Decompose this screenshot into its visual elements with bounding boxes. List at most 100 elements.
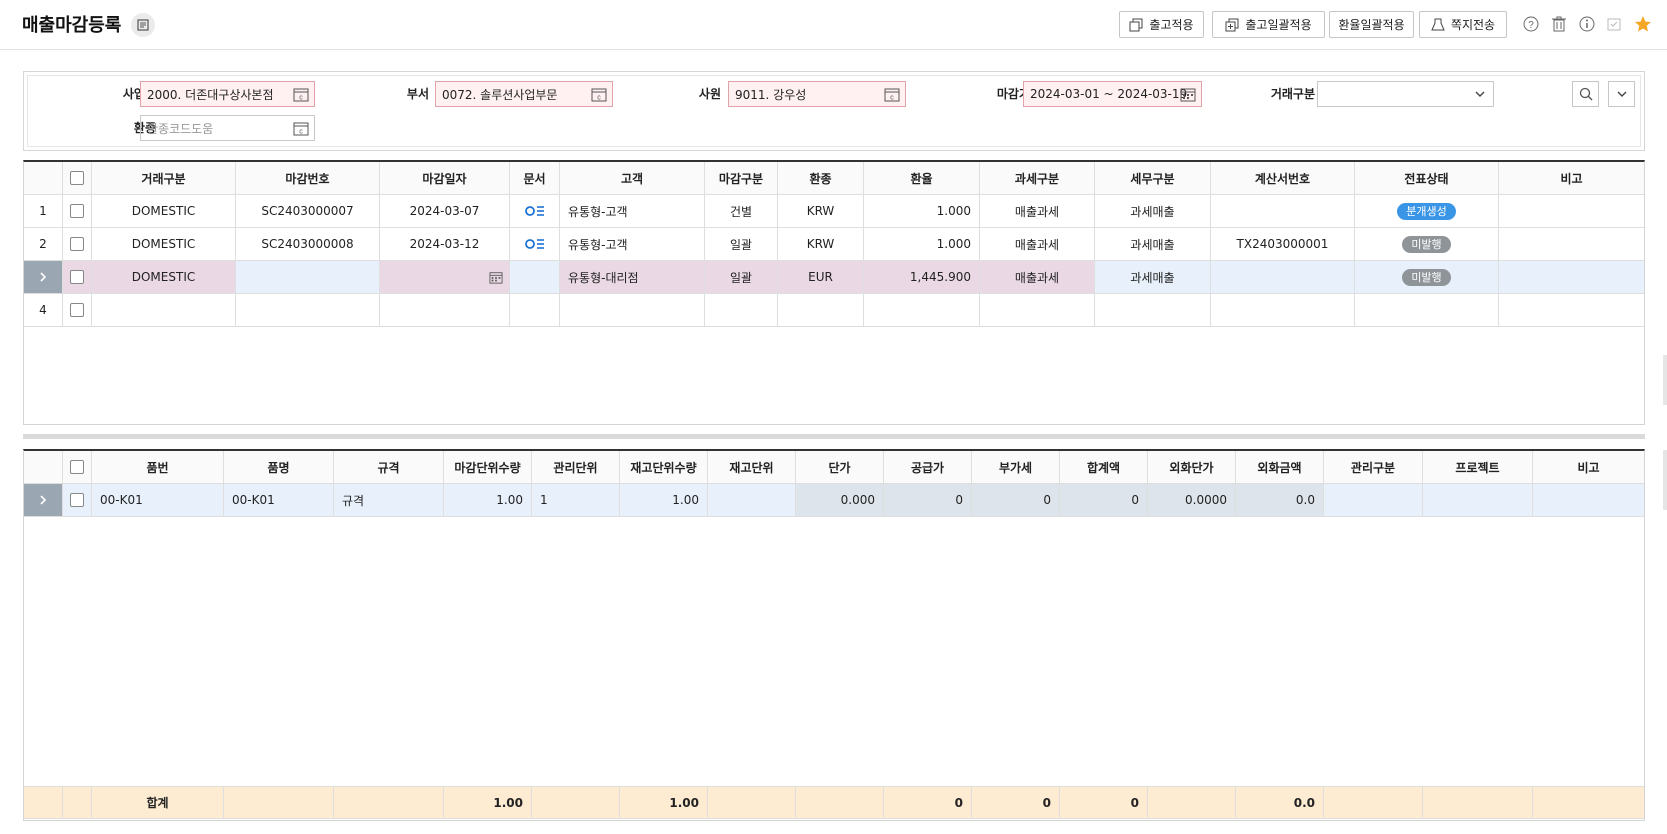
apply-shipment-button[interactable]: 출고적용 <box>1119 11 1204 38</box>
cell-fx-price[interactable]: 0.0000 <box>1148 484 1236 516</box>
cell-invoice-no[interactable]: TX2403000001 <box>1211 228 1355 260</box>
table-row[interactable]: 4 <box>24 294 1644 327</box>
cell-mgmt-unit[interactable]: 1 <box>532 484 620 516</box>
cell-note[interactable] <box>1499 195 1644 227</box>
cell-note[interactable] <box>1499 294 1644 326</box>
col-close-type[interactable]: 마감구분 <box>705 162 778 194</box>
select-all-checkbox[interactable] <box>63 162 92 194</box>
code-help-icon[interactable]: c <box>293 121 309 136</box>
col-fx-price[interactable]: 외화단가 <box>1148 451 1236 483</box>
code-help-icon[interactable]: c <box>293 87 309 102</box>
cell-invoice-no[interactable] <box>1211 261 1355 293</box>
col-doc[interactable]: 문서 <box>510 162 560 194</box>
cell-close-qty[interactable]: 1.00 <box>444 484 532 516</box>
cell-stock-qty[interactable]: 1.00 <box>620 484 708 516</box>
currency-field[interactable]: 환종코드도움 c <box>140 115 315 141</box>
cell-doc[interactable] <box>510 228 560 260</box>
row-checkbox[interactable] <box>63 294 92 326</box>
col-total[interactable]: 합계액 <box>1060 451 1148 483</box>
cell-customer[interactable]: 유통형-고객 <box>560 228 705 260</box>
cell-rate[interactable]: 1,445.900 <box>864 261 980 293</box>
cell-invoice-no[interactable] <box>1211 294 1355 326</box>
col-close-date[interactable]: 마감일자 <box>380 162 510 194</box>
expand-button[interactable] <box>1608 81 1635 107</box>
col-fx-amount[interactable]: 외화금액 <box>1236 451 1324 483</box>
col-note[interactable]: 비고 <box>1533 451 1644 483</box>
cell-tax-class[interactable]: 과세매출 <box>1095 195 1211 227</box>
cell-rate[interactable]: 1.000 <box>864 195 980 227</box>
cell-doc[interactable] <box>510 195 560 227</box>
col-item-no[interactable]: 품번 <box>92 451 224 483</box>
cell-close-date[interactable] <box>380 261 510 293</box>
cell-tax-type[interactable] <box>980 294 1095 326</box>
col-mgmt-class[interactable]: 관리구분 <box>1324 451 1423 483</box>
cell-total[interactable]: 0 <box>1060 484 1148 516</box>
cell-customer[interactable] <box>560 294 705 326</box>
calendar-icon[interactable] <box>1180 87 1196 102</box>
col-customer[interactable]: 고객 <box>560 162 705 194</box>
cell-rate[interactable]: 1.000 <box>864 228 980 260</box>
cell-close-no[interactable] <box>236 294 380 326</box>
cell-close-type[interactable] <box>705 294 778 326</box>
col-stock-unit[interactable]: 재고단위 <box>708 451 796 483</box>
cell-currency[interactable]: EUR <box>778 261 864 293</box>
bulk-exchange-button[interactable]: 환율일괄적용 <box>1329 11 1414 38</box>
col-item-name[interactable]: 품명 <box>224 451 334 483</box>
cell-vat[interactable]: 0 <box>972 484 1060 516</box>
cell-customer[interactable]: 유통형-고객 <box>560 195 705 227</box>
cell-tax-class[interactable]: 과세매출 <box>1095 228 1211 260</box>
grid-splitter[interactable] <box>23 434 1645 439</box>
cell-mgmt-class[interactable] <box>1324 484 1423 516</box>
cell-close-no[interactable] <box>236 261 380 293</box>
checkbox-disabled-icon[interactable] <box>1604 14 1624 34</box>
cell-unit-price[interactable]: 0.000 <box>796 484 884 516</box>
cell-invoice-no[interactable] <box>1211 195 1355 227</box>
employee-field[interactable]: 9011. 강우성 c <box>728 81 906 107</box>
col-close-qty[interactable]: 마감단위수량 <box>444 451 532 483</box>
cell-tax-type[interactable]: 매출과세 <box>980 261 1095 293</box>
cell-customer[interactable]: 유통형-대리점 <box>560 261 705 293</box>
col-tax-class[interactable]: 세무구분 <box>1095 162 1211 194</box>
table-row[interactable]: 2 DOMESTIC SC2403000008 2024-03-12 유통형-고… <box>24 228 1644 261</box>
col-rate[interactable]: 환율 <box>864 162 980 194</box>
cell-tax-type[interactable]: 매출과세 <box>980 195 1095 227</box>
table-row-selected[interactable]: 00-K01 00-K01 규격 1.00 1 1.00 0.000 0 0 0… <box>24 484 1644 517</box>
doc-icon[interactable] <box>524 205 545 217</box>
row-checkbox[interactable] <box>63 195 92 227</box>
cell-currency[interactable]: KRW <box>778 195 864 227</box>
col-tax-type[interactable]: 과세구분 <box>980 162 1095 194</box>
cell-spec[interactable]: 규격 <box>334 484 444 516</box>
cell-stock-unit[interactable] <box>708 484 796 516</box>
code-help-icon[interactable]: c <box>591 87 607 102</box>
col-trade[interactable]: 거래구분 <box>92 162 236 194</box>
cell-trade[interactable]: DOMESTIC <box>92 261 236 293</box>
cell-close-type[interactable]: 일괄 <box>705 261 778 293</box>
row-checkbox[interactable] <box>63 484 92 516</box>
col-spec[interactable]: 규격 <box>334 451 444 483</box>
info-icon[interactable] <box>1577 14 1597 34</box>
send-note-button[interactable]: 쪽지전송 <box>1419 11 1507 38</box>
scrollbar-handle[interactable] <box>1663 355 1667 405</box>
trash-icon[interactable] <box>1549 14 1569 34</box>
bulk-shipment-button[interactable]: 출고일괄적용 <box>1212 11 1325 38</box>
col-supply[interactable]: 공급가 <box>884 451 972 483</box>
workplace-field[interactable]: 2000. 더존대구상사본점 c <box>140 81 315 107</box>
cell-status[interactable] <box>1355 294 1499 326</box>
row-checkbox[interactable] <box>63 261 92 293</box>
dept-field[interactable]: 0072. 솔루션사업부문 c <box>435 81 613 107</box>
cell-close-date[interactable]: 2024-03-12 <box>380 228 510 260</box>
col-project[interactable]: 프로젝트 <box>1423 451 1533 483</box>
cell-tax-class[interactable] <box>1095 294 1211 326</box>
cell-status[interactable]: 미발행 <box>1355 261 1499 293</box>
col-mgmt-unit[interactable]: 관리단위 <box>532 451 620 483</box>
table-row[interactable]: 1 DOMESTIC SC2403000007 2024-03-07 유통형-고… <box>24 195 1644 228</box>
cell-item-no[interactable]: 00-K01 <box>92 484 224 516</box>
cell-item-name[interactable]: 00-K01 <box>224 484 334 516</box>
cell-project[interactable] <box>1423 484 1533 516</box>
col-stock-qty[interactable]: 재고단위수량 <box>620 451 708 483</box>
col-vat[interactable]: 부가세 <box>972 451 1060 483</box>
cell-status[interactable]: 분개생성 <box>1355 195 1499 227</box>
cell-note[interactable] <box>1533 484 1644 516</box>
cell-note[interactable] <box>1499 228 1644 260</box>
col-status[interactable]: 전표상태 <box>1355 162 1499 194</box>
